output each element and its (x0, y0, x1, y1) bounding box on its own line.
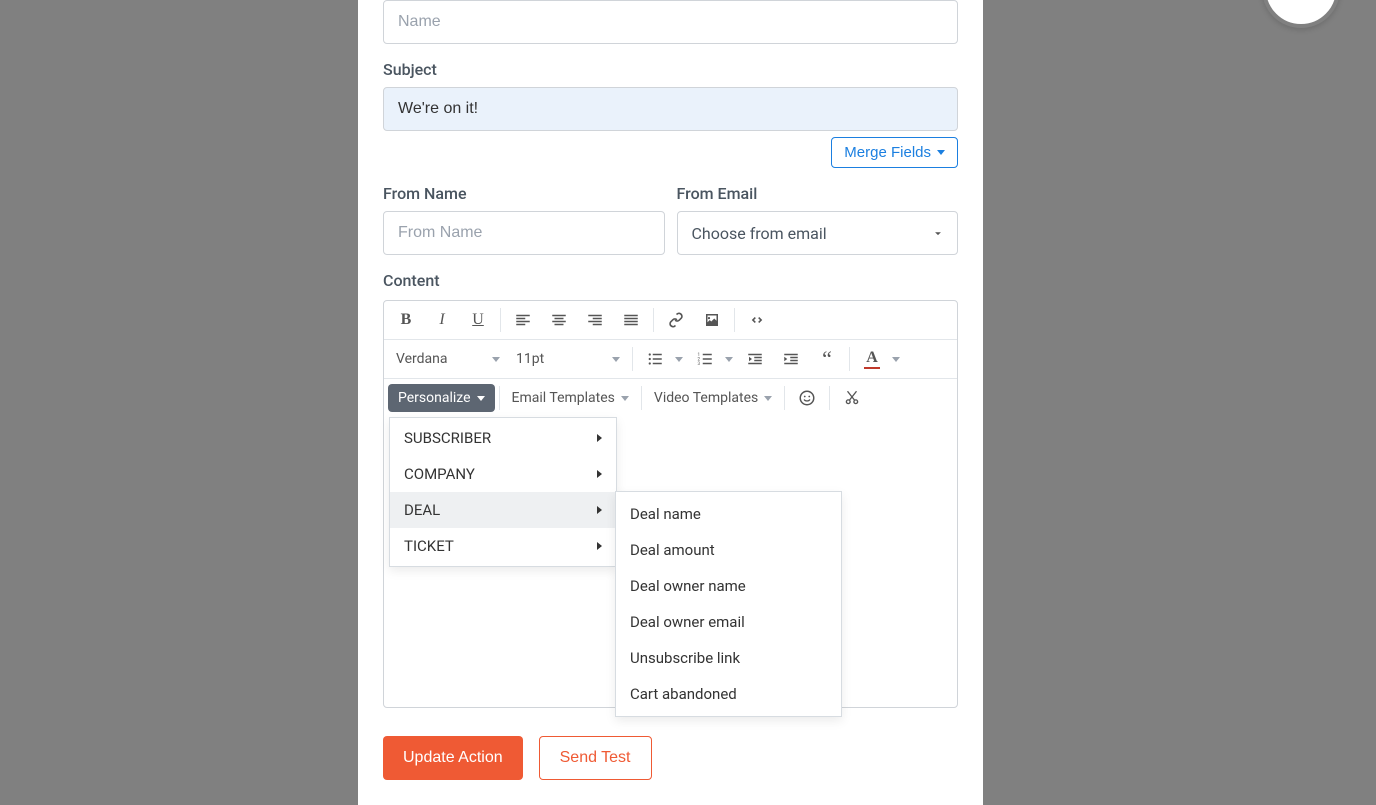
action-form-panel: Subject Merge Fields From Name From Emai… (358, 0, 983, 805)
caret-down-icon (764, 396, 772, 401)
menu-item-company[interactable]: COMPANY (390, 456, 616, 492)
quote-button[interactable]: “ (809, 342, 845, 376)
personalize-menu: SUBSCRIBER COMPANY DEAL TICKET (389, 417, 617, 567)
align-center-button[interactable] (541, 303, 577, 337)
subject-input[interactable] (383, 87, 958, 131)
underline-button[interactable]: U (460, 303, 496, 337)
numbered-list-button[interactable]: 123 (687, 342, 723, 376)
caret-down-icon (477, 396, 485, 401)
emoji-button[interactable] (789, 381, 825, 415)
from-email-placeholder: Choose from email (692, 224, 827, 243)
merge-fields-label: Merge Fields (844, 144, 931, 161)
caret-down-icon (492, 357, 500, 362)
align-justify-button[interactable] (613, 303, 649, 337)
bold-button[interactable]: B (388, 303, 424, 337)
chevron-right-icon (597, 506, 602, 514)
indent-button[interactable] (773, 342, 809, 376)
from-email-label: From Email (677, 184, 959, 203)
chevron-right-icon (597, 470, 602, 478)
email-templates-dropdown[interactable]: Email Templates (504, 381, 637, 415)
caret-down-icon (612, 357, 620, 362)
update-action-button[interactable]: Update Action (383, 736, 523, 780)
submenu-item[interactable]: Deal owner email (616, 604, 841, 640)
action-buttons: Update Action Send Test (383, 736, 958, 780)
text-color-button[interactable]: A (854, 342, 890, 376)
avatar (1262, 0, 1340, 28)
bullet-list-options[interactable] (673, 342, 687, 376)
chevron-right-icon (597, 434, 602, 442)
subject-label: Subject (383, 60, 958, 79)
outdent-button[interactable] (737, 342, 773, 376)
menu-item-subscriber[interactable]: SUBSCRIBER (390, 420, 616, 456)
content-label: Content (383, 271, 958, 290)
submenu-item[interactable]: Deal name (616, 496, 841, 532)
deal-submenu: Deal name Deal amount Deal owner name De… (615, 491, 842, 717)
chevron-down-icon (931, 225, 945, 244)
caret-down-icon (937, 150, 945, 155)
bullet-list-button[interactable] (637, 342, 673, 376)
text-color-options[interactable] (890, 342, 904, 376)
toolbar-row-1: B I U (384, 301, 957, 340)
from-name-input[interactable] (383, 211, 665, 255)
from-name-label: From Name (383, 184, 665, 203)
font-size-dropdown[interactable]: 11pt (508, 342, 628, 376)
submenu-item[interactable]: Cart abandoned (616, 676, 841, 712)
italic-button[interactable]: I (424, 303, 460, 337)
personalize-dropdown[interactable]: Personalize (388, 384, 495, 412)
menu-item-deal[interactable]: DEAL (390, 492, 616, 528)
chevron-right-icon (597, 542, 602, 550)
rich-text-editor: B I U (383, 300, 958, 708)
from-email-select[interactable]: Choose from email (677, 211, 959, 255)
align-left-button[interactable] (505, 303, 541, 337)
image-button[interactable] (694, 303, 730, 337)
submenu-item[interactable]: Deal amount (616, 532, 841, 568)
code-button[interactable] (739, 303, 775, 337)
merge-fields-button[interactable]: Merge Fields (831, 137, 958, 168)
name-input[interactable] (383, 0, 958, 44)
link-button[interactable] (658, 303, 694, 337)
caret-down-icon (621, 396, 629, 401)
cut-button[interactable] (834, 381, 870, 415)
toolbar-row-3: Personalize Email Templates Video Templa… (384, 379, 957, 417)
align-right-button[interactable] (577, 303, 613, 337)
font-family-dropdown[interactable]: Verdana (388, 342, 508, 376)
submenu-item[interactable]: Deal owner name (616, 568, 841, 604)
caret-down-icon (725, 357, 733, 362)
caret-down-icon (675, 357, 683, 362)
video-templates-dropdown[interactable]: Video Templates (646, 381, 780, 415)
toolbar-row-2: Verdana 11pt 123 (384, 340, 957, 379)
caret-down-icon (892, 357, 900, 362)
editor-body[interactable]: SUBSCRIBER COMPANY DEAL TICKET (384, 417, 957, 707)
send-test-button[interactable]: Send Test (539, 736, 652, 780)
svg-text:3: 3 (698, 361, 701, 367)
submenu-item[interactable]: Unsubscribe link (616, 640, 841, 676)
numbered-list-options[interactable] (723, 342, 737, 376)
menu-item-ticket[interactable]: TICKET (390, 528, 616, 564)
